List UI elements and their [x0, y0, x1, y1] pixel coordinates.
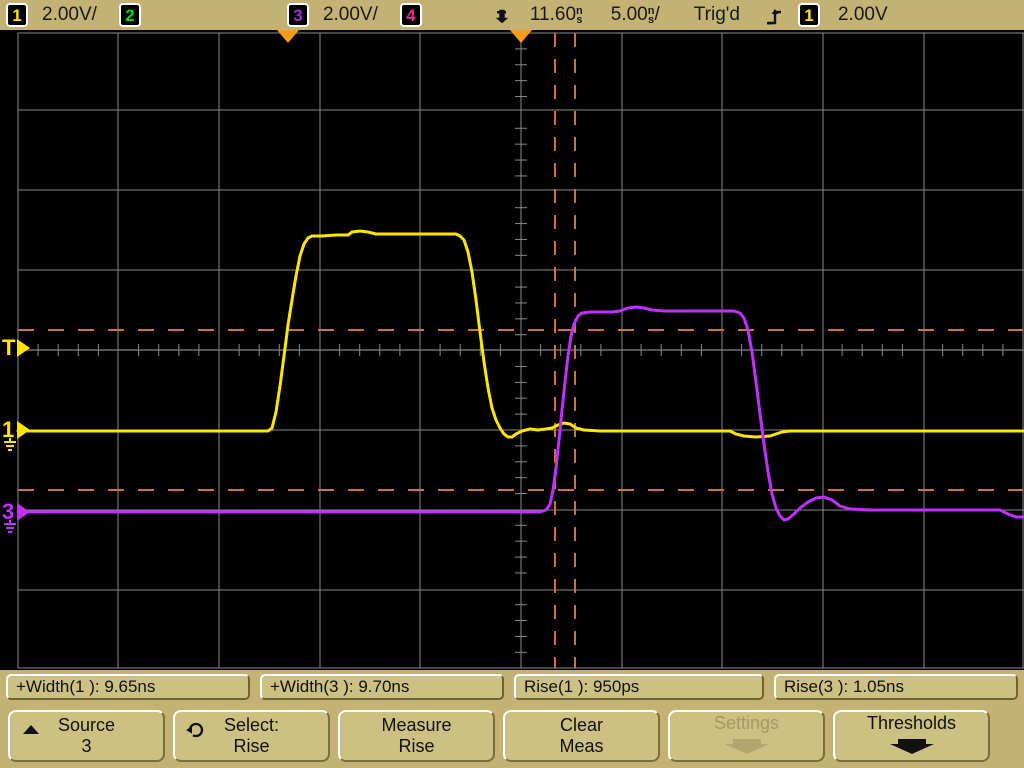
waveform-display[interactable]: T 1 3 — [0, 30, 1024, 670]
channel-1-badge[interactable]: 1 — [6, 3, 28, 27]
softkey-select-value: Rise — [233, 736, 269, 757]
oscilloscope-screen: 1 2.00V/ 2 3 2.00V/ 4 11.60 n s 5.00 n s — [0, 0, 1024, 768]
top-status-bar: 1 2.00V/ 2 3 2.00V/ 4 11.60 n s 5.00 n s — [0, 0, 1024, 30]
measurement-pwidth-1[interactable]: +Width(1 ): 9.65ns — [6, 674, 250, 700]
rotary-knob-icon — [185, 721, 207, 739]
delay-value[interactable]: 11.60 — [530, 4, 576, 26]
measurement-rise-3[interactable]: Rise(3 ): 1.05ns — [774, 674, 1018, 700]
measurement-rise-1[interactable]: Rise(1 ): 950ps — [514, 674, 764, 700]
softkey-select-label: Select: — [224, 715, 279, 736]
up-triangle-icon — [20, 721, 42, 739]
pulse-position-marker[interactable] — [277, 30, 299, 43]
trigger-position-marker[interactable] — [510, 30, 532, 43]
softkey-clear-meas[interactable]: Clear Meas — [503, 710, 660, 762]
channel-4-badge[interactable]: 4 — [400, 3, 422, 27]
delay-unit-base: s — [576, 16, 582, 25]
channel-3-scale[interactable]: 2.00V/ — [323, 4, 378, 26]
trigger-level-value[interactable]: 2.00V — [838, 4, 888, 26]
rising-edge-icon[interactable] — [766, 7, 784, 29]
softkey-thresholds[interactable]: Thresholds — [833, 710, 990, 762]
softkey-measure-label: Measure — [381, 715, 451, 736]
delay-marker-icon — [494, 8, 514, 28]
measurement-results-bar: +Width(1 ): 9.65ns +Width(3 ): 9.70ns Ri… — [0, 670, 1024, 704]
svg-text:3: 3 — [2, 499, 14, 524]
trigger-status: Trig'd — [694, 4, 740, 26]
timebase-unit: n s — [648, 7, 655, 25]
channel-1-ground-marker[interactable]: 1 — [2, 417, 30, 450]
softkey-clear-value: Meas — [559, 736, 603, 757]
delay-unit: n s — [576, 7, 583, 25]
softkey-settings: Settings — [668, 710, 825, 762]
channel-1-scale[interactable]: 2.00V/ — [42, 4, 97, 26]
channel-3-ground-marker[interactable]: 3 — [2, 499, 30, 532]
softkey-bar: Source 3 Select: Rise Measure Rise Clear… — [0, 704, 1024, 768]
channel-3-badge[interactable]: 3 — [287, 3, 309, 27]
softkey-source[interactable]: Source 3 — [8, 710, 165, 762]
softkey-clear-label: Clear — [560, 715, 603, 736]
softkey-thresholds-label: Thresholds — [867, 713, 956, 734]
trigger-level-marker[interactable]: T — [2, 335, 30, 360]
softkey-select[interactable]: Select: Rise — [173, 710, 330, 762]
left-edge-markers: T 1 3 — [2, 335, 30, 532]
softkey-measure-value: Rise — [398, 736, 434, 757]
svg-text:T: T — [2, 335, 16, 360]
measurement-pwidth-3[interactable]: +Width(3 ): 9.70ns — [260, 674, 504, 700]
timebase-suffix: / — [654, 4, 659, 26]
graticule-svg: T 1 3 — [0, 30, 1024, 670]
down-arrow-icon — [886, 735, 938, 760]
softkey-measure[interactable]: Measure Rise — [338, 710, 495, 762]
softkey-source-label: Source — [58, 715, 115, 736]
svg-text:1: 1 — [2, 417, 14, 442]
softkey-settings-label: Settings — [714, 713, 779, 734]
timebase-value[interactable]: 5.00 — [611, 4, 648, 26]
down-arrow-icon-disabled — [721, 735, 773, 760]
timebase-unit-base: s — [648, 16, 654, 25]
trigger-source-badge[interactable]: 1 — [798, 3, 820, 27]
channel-2-badge[interactable]: 2 — [119, 3, 141, 27]
softkey-source-value: 3 — [81, 736, 91, 757]
